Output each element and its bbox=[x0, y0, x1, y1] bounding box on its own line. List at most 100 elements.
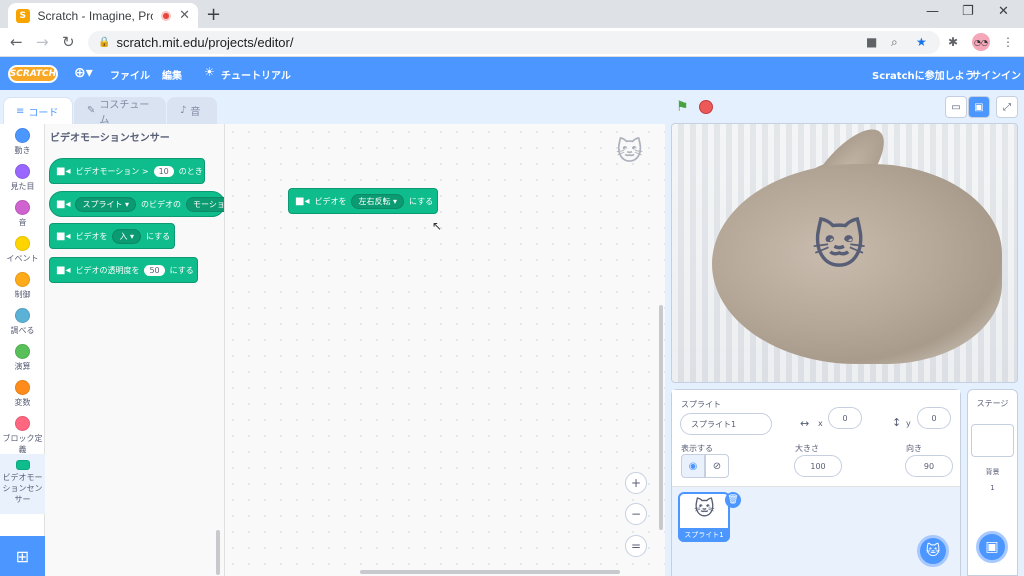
block-dropdown[interactable]: スプライト ▾ bbox=[75, 196, 137, 212]
x-label: x bbox=[818, 419, 823, 428]
block-dropdown-label: スプライト bbox=[82, 199, 123, 209]
script-horizontal-scrollbar[interactable] bbox=[360, 570, 620, 574]
restore-icon[interactable]: ❐ bbox=[962, 4, 974, 19]
bookmark-star-icon[interactable]: ★ bbox=[916, 35, 927, 49]
green-flag-icon[interactable]: ⚑ bbox=[676, 99, 689, 115]
scratch-logo[interactable]: SCRATCH bbox=[8, 65, 58, 83]
tab-code-label: コード bbox=[28, 108, 59, 119]
back-icon[interactable]: ← bbox=[10, 33, 23, 51]
y-input[interactable]: 0 bbox=[917, 407, 951, 429]
palette-scrollbar[interactable] bbox=[216, 530, 220, 575]
sprite-name-input[interactable]: スプライト1 bbox=[680, 413, 772, 435]
block-turn-video[interactable]: ■◂ ビデオを 入 ▾ にする bbox=[49, 223, 175, 249]
script-vertical-scrollbar[interactable] bbox=[659, 305, 663, 530]
direction-input[interactable]: 90 bbox=[905, 455, 953, 477]
category-label: 制御 bbox=[14, 290, 31, 299]
signin-link[interactable]: サインイン bbox=[971, 67, 1021, 82]
close-window-icon[interactable]: ✕ bbox=[998, 4, 1009, 19]
category-item[interactable]: ビデオモーションセンサー bbox=[0, 454, 45, 514]
script-block-flip-video[interactable]: ■◂ ビデオを 左右反転 ▾ にする bbox=[288, 188, 438, 214]
brush-icon: ✎ bbox=[87, 105, 96, 116]
new-tab-icon[interactable]: + bbox=[206, 4, 221, 25]
block-dropdown[interactable]: モーション bbox=[186, 196, 224, 212]
recording-icon bbox=[161, 10, 172, 21]
category-label: 動き bbox=[14, 146, 31, 155]
stage-thumbnail[interactable] bbox=[971, 424, 1014, 457]
choose-backdrop-button[interactable]: ▣ bbox=[976, 531, 1008, 563]
sprite-thumbnail[interactable]: 🐱 スプライト1 🗑 bbox=[678, 492, 741, 542]
block-number-input[interactable]: 50 bbox=[144, 264, 165, 276]
block-set-transparency[interactable]: ■◂ ビデオの透明度を 50 にする bbox=[49, 257, 198, 283]
choose-sprite-button[interactable]: 🐱 bbox=[917, 535, 949, 567]
normal-stage-button[interactable]: ▣ bbox=[968, 96, 990, 118]
zoom-icon[interactable]: ⌕ bbox=[891, 35, 898, 50]
tab-sound-label: 音 bbox=[190, 107, 201, 118]
reload-icon[interactable]: ↻ bbox=[62, 33, 75, 51]
block-dropdown[interactable]: 入 ▾ bbox=[112, 228, 142, 244]
menu-file[interactable]: ファイル bbox=[110, 67, 150, 82]
category-item[interactable]: 変数 bbox=[0, 380, 45, 408]
category-label: 演算 bbox=[14, 362, 31, 371]
category-item[interactable]: 見た目 bbox=[0, 164, 45, 192]
current-sprite-watermark-icon: 🐱 bbox=[616, 137, 644, 167]
tab-costume-label: コスチューム bbox=[99, 99, 150, 126]
more-menu-icon[interactable]: ⋮ bbox=[1002, 35, 1014, 49]
address-bar[interactable]: 🔒 scratch.mit.edu/projects/editor/ bbox=[88, 31, 940, 54]
block-video-motion-reporter[interactable]: ■◂ スプライト ▾ のビデオの モーション bbox=[49, 191, 224, 217]
profile-avatar[interactable]: ◔◔ bbox=[972, 33, 990, 51]
tab-code[interactable]: ≡ コード bbox=[3, 97, 73, 125]
url-text: scratch.mit.edu/projects/editor/ bbox=[116, 35, 294, 50]
script-area[interactable]: ■◂ ビデオを 左右反転 ▾ にする bbox=[225, 124, 665, 576]
tab-costume[interactable]: ✎ コスチューム bbox=[74, 97, 166, 126]
category-item[interactable]: 制御 bbox=[0, 272, 45, 300]
category-label: ブロック定義 bbox=[2, 434, 43, 454]
category-label: 調べる bbox=[10, 326, 35, 335]
block-text: ビデオモーション > bbox=[75, 166, 149, 176]
forward-icon[interactable]: → bbox=[36, 33, 49, 51]
fullscreen-button[interactable]: ⤢ bbox=[996, 96, 1018, 118]
zoom-out-button[interactable]: − bbox=[625, 503, 647, 525]
category-item[interactable]: イベント bbox=[0, 236, 45, 264]
block-when-motion[interactable]: ■◂ ビデオモーション > 10 のとき bbox=[49, 158, 205, 184]
join-scratch-link[interactable]: Scratchに参加しよう bbox=[872, 67, 975, 82]
language-globe-icon[interactable]: ⊕▾ bbox=[74, 65, 93, 81]
camera-icon[interactable]: ■ bbox=[866, 35, 877, 49]
direction-label: 向き bbox=[906, 444, 922, 453]
size-input[interactable]: 100 bbox=[794, 455, 842, 477]
category-item[interactable]: 音 bbox=[0, 200, 45, 228]
trash-icon[interactable]: 🗑 bbox=[725, 492, 741, 508]
block-dropdown[interactable]: 左右反転 ▾ bbox=[351, 193, 405, 209]
hide-eye-icon[interactable]: ⊘ bbox=[705, 454, 729, 478]
menu-edit[interactable]: 編集 bbox=[162, 67, 182, 82]
show-label: 表示する bbox=[681, 444, 713, 453]
stage[interactable]: 🐱 bbox=[671, 123, 1018, 383]
category-item[interactable]: ブロック定義 bbox=[0, 416, 45, 455]
category-color-dot bbox=[15, 236, 30, 251]
zoom-reset-button[interactable]: = bbox=[625, 535, 647, 557]
cat-sprite-icon[interactable]: 🐱 bbox=[812, 216, 866, 276]
menu-tutorial[interactable]: チュートリアル bbox=[221, 67, 291, 82]
tab-sound[interactable]: ♪ 音 bbox=[167, 97, 217, 124]
category-color-dot bbox=[15, 128, 30, 143]
extensions-icon[interactable]: ✱ bbox=[948, 35, 958, 49]
stop-icon[interactable] bbox=[699, 100, 713, 114]
zoom-in-button[interactable]: + bbox=[625, 472, 647, 494]
block-number-input[interactable]: 10 bbox=[153, 165, 174, 177]
small-stage-button[interactable]: ▭ bbox=[945, 96, 967, 118]
block-dropdown-label: 左右反転 bbox=[358, 196, 391, 206]
video-camera-icon: ■◂ bbox=[56, 165, 71, 177]
category-item[interactable]: 動き bbox=[0, 128, 45, 156]
category-color-dot bbox=[15, 272, 30, 287]
video-camera-icon: ■◂ bbox=[56, 198, 71, 210]
category-item[interactable]: 調べる bbox=[0, 308, 45, 336]
add-extension-button[interactable]: ⊞ bbox=[0, 536, 45, 576]
browser-tab[interactable]: S Scratch - Imagine, Program, S ✕ bbox=[8, 3, 198, 28]
x-input[interactable]: 0 bbox=[828, 407, 862, 429]
category-item[interactable]: 演算 bbox=[0, 344, 45, 372]
sprite-pane: スプライト スプライト1 ↔ x 0 ↕ y 0 表示する ◉ ⊘ 大きさ 10… bbox=[671, 389, 961, 576]
minimize-icon[interactable]: — bbox=[926, 4, 939, 19]
close-tab-icon[interactable]: ✕ bbox=[179, 8, 190, 23]
show-eye-icon[interactable]: ◉ bbox=[681, 454, 705, 478]
block-dropdown-label: 入 bbox=[119, 231, 128, 241]
video-camera-icon: ■◂ bbox=[56, 264, 71, 276]
